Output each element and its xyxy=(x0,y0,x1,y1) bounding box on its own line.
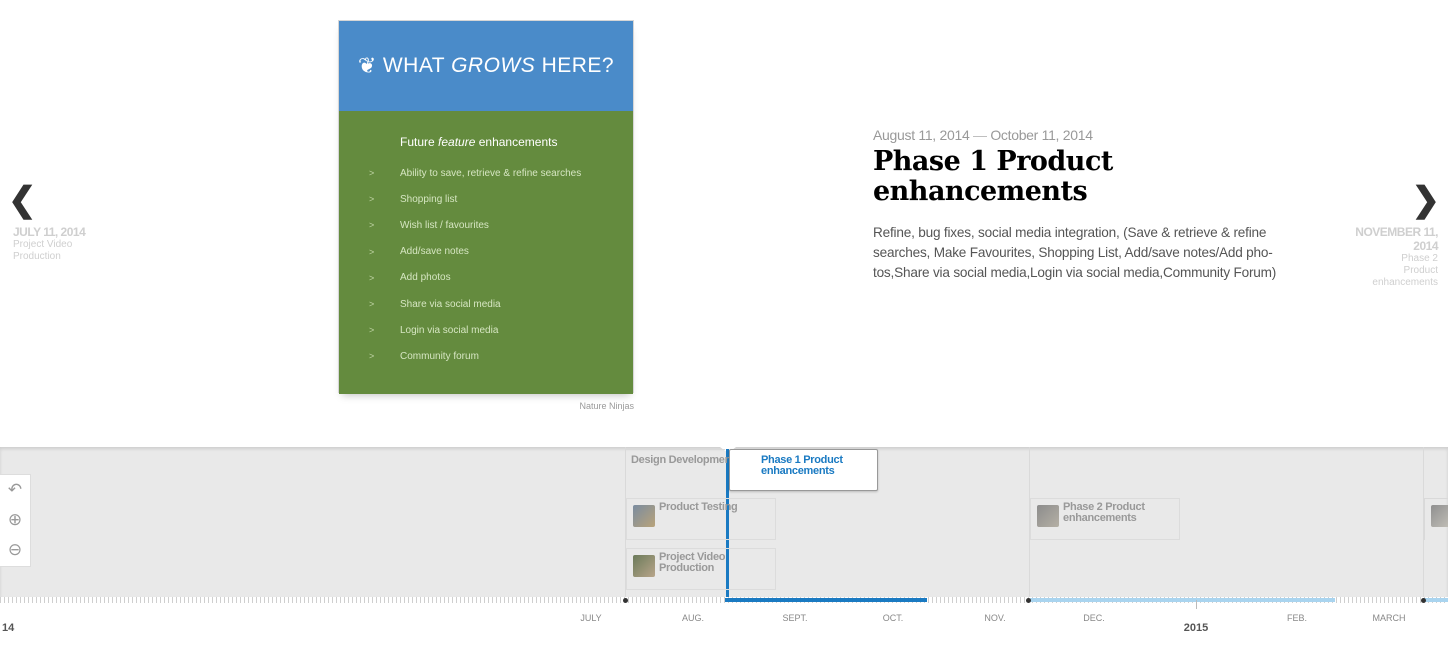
year-tick xyxy=(1196,600,1197,609)
product-testing-thumbnail xyxy=(633,505,655,527)
axis-month-label: NOV. xyxy=(984,613,1006,623)
poster-list-item: > Add/save notes xyxy=(369,246,469,258)
zoom-out-icon[interactable]: ⊖ xyxy=(0,535,30,565)
next-slide-nav[interactable]: ❯ NOVEMBER 11, 2014 Phase 2 Product enha… xyxy=(1330,181,1441,289)
offscreen-thumbnail xyxy=(1431,505,1448,527)
axis-month-label: OCT. xyxy=(882,613,904,623)
time-axis: JULY AUG. SEPT. OCT. NOV. DEC. FEB. MARC… xyxy=(0,597,1448,657)
era-bar xyxy=(1424,598,1448,602)
back-to-start-icon[interactable]: ↶ xyxy=(0,475,30,505)
leaf-logo-icon: ❦ xyxy=(357,53,377,78)
poster-list-item: > Wish list / favourites xyxy=(369,219,489,231)
caret-icon: > xyxy=(369,299,375,310)
timeline-marker-project-video[interactable]: Project Video Production xyxy=(626,548,776,590)
previous-slide-nav[interactable]: ❮ JULY 11, 2014 Project Video Production xyxy=(8,181,118,263)
axis-event-dot xyxy=(1421,598,1426,603)
timeline-marker-design-development[interactable]: Design Development xyxy=(625,449,735,491)
poster-list-item: > Ability to save, retrieve & refine sear… xyxy=(369,167,582,179)
slide-text: August 11, 2014 — October 11, 2014 Phase… xyxy=(873,127,1303,283)
active-era-bar xyxy=(725,598,927,602)
caret-icon: > xyxy=(369,220,375,231)
poster-list-item: > Community forum xyxy=(369,350,479,362)
project-video-thumbnail xyxy=(633,555,655,577)
timeline-navigation[interactable]: Design Development Phase 1 Product enhan… xyxy=(0,447,1448,599)
axis-year-label: 14 xyxy=(2,622,15,634)
marker-label: Phase 1 Product enhancements xyxy=(761,454,843,477)
caret-icon: > xyxy=(369,246,375,257)
axis-year-label: 2015 xyxy=(1183,622,1209,634)
axis-month-label: AUG. xyxy=(681,613,705,623)
axis-month-label: DEC. xyxy=(1083,613,1105,623)
chevron-right-icon: ❯ xyxy=(1411,181,1441,219)
slide-date-range: August 11, 2014 — October 11, 2014 xyxy=(873,127,1093,143)
poster-heading: Future feature enhancements xyxy=(400,135,558,149)
caret-icon: > xyxy=(369,272,375,283)
caret-icon: > xyxy=(369,168,375,179)
media-credit: Nature Ninjas xyxy=(579,401,634,411)
axis-month-label: MARCH xyxy=(1372,613,1406,623)
poster-list-item: > Add photos xyxy=(369,272,451,284)
marker-label: Product Testing xyxy=(659,501,738,513)
marker-label: Project Video Production xyxy=(659,551,726,574)
zoom-in-icon[interactable]: ⊕ xyxy=(0,505,30,535)
phase2-thumbnail xyxy=(1037,505,1059,527)
axis-month-label: FEB. xyxy=(1286,613,1308,623)
poster-image: ❦ WHAT GROWS HERE? Future feature enhanc… xyxy=(338,20,634,394)
zoom-controls: ↶ ⊕ ⊖ xyxy=(0,474,31,567)
next-slide-title: Phase 2 Product enhancements xyxy=(1372,253,1438,288)
previous-slide-date: JULY 11, 2014 xyxy=(13,225,86,239)
poster-header: ❦ WHAT GROWS HERE? xyxy=(339,21,633,111)
poster-body: Future feature enhancements > Ability to … xyxy=(339,111,633,394)
axis-event-dot xyxy=(1026,598,1031,603)
poster-list-item: > Login via social media xyxy=(369,324,499,336)
next-slide-date: NOVEMBER 11, 2014 xyxy=(1355,225,1438,253)
previous-slide-title: Project Video Production xyxy=(13,239,73,262)
axis-event-dot xyxy=(623,598,628,603)
slide-media: ❦ WHAT GROWS HERE? Future feature enhanc… xyxy=(338,20,634,411)
timeline-marker-product-testing[interactable]: Product Testing xyxy=(626,498,776,540)
chevron-left-icon: ❮ xyxy=(8,181,37,219)
timeline-marker-phase2[interactable]: Phase 2 Product enhancements xyxy=(1030,498,1180,540)
era-bar xyxy=(1030,598,1335,602)
timeline-marker-phase1[interactable]: Phase 1 Product enhancements xyxy=(729,449,878,491)
axis-month-label: SEPT. xyxy=(782,613,808,623)
caret-icon: > xyxy=(369,351,375,362)
poster-list-item: > Share via social media xyxy=(369,298,501,310)
axis-month-label: JULY xyxy=(580,613,602,623)
caret-icon: > xyxy=(369,194,375,205)
poster-list-item: > Shopping list xyxy=(369,193,458,205)
poster-title: WHAT GROWS HERE? xyxy=(382,54,615,77)
slider: ❮ JULY 11, 2014 Project Video Production… xyxy=(0,0,1448,447)
marker-label: Phase 2 Product enhancements xyxy=(1063,501,1145,524)
caret-icon: > xyxy=(369,325,375,336)
slide-title: Phase 1 Product enhancements xyxy=(873,146,1113,207)
slide-description: Refine, bug fixes, social media integrat… xyxy=(873,225,1277,280)
timeline-marker-offscreen[interactable] xyxy=(1424,498,1448,540)
